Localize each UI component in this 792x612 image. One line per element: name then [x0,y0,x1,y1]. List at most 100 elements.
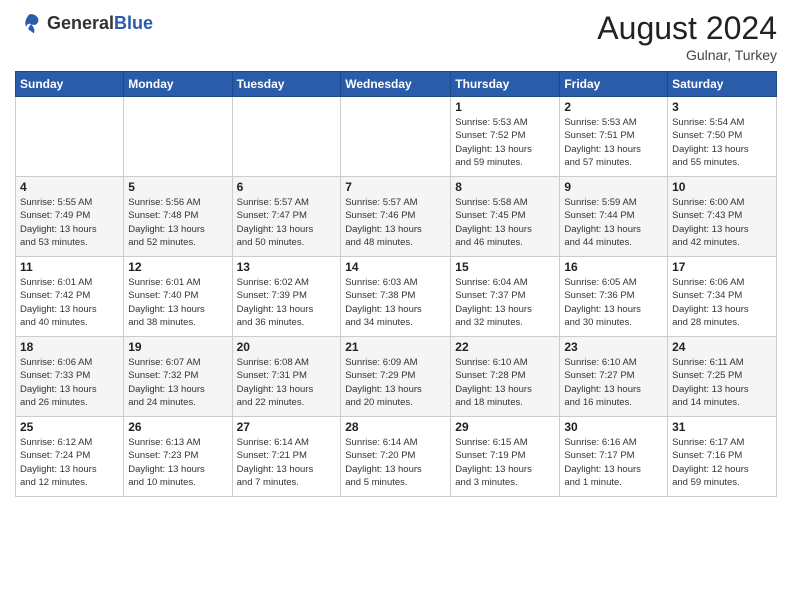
day-info: Sunrise: 6:11 AMSunset: 7:25 PMDaylight:… [672,356,772,409]
month-year-title: August 2024 [597,10,777,47]
calendar-cell: 25 Sunrise: 6:12 AMSunset: 7:24 PMDayligh… [16,417,124,497]
day-number: 30 [564,420,663,434]
calendar-week-3: 11 Sunrise: 6:01 AMSunset: 7:42 PMDayligh… [16,257,777,337]
day-info: Sunrise: 6:16 AMSunset: 7:17 PMDaylight:… [564,436,663,489]
day-info: Sunrise: 6:08 AMSunset: 7:31 PMDaylight:… [237,356,337,409]
calendar-cell [16,97,124,177]
day-info: Sunrise: 6:06 AMSunset: 7:33 PMDaylight:… [20,356,119,409]
day-number: 3 [672,100,772,114]
calendar-cell: 5Sunrise: 5:56 AMSunset: 7:48 PMDaylight… [124,177,232,257]
day-info: Sunrise: 6:10 AMSunset: 7:27 PMDaylight:… [564,356,663,409]
day-number: 9 [564,180,663,194]
day-info: Sunrise: 6:01 AMSunset: 7:42 PMDaylight:… [20,276,119,329]
day-number: 19 [128,340,227,354]
day-number: 14 [345,260,446,274]
day-info: Sunrise: 6:05 AMSunset: 7:36 PMDaylight:… [564,276,663,329]
calendar-week-5: 25 Sunrise: 6:12 AMSunset: 7:24 PMDayligh… [16,417,777,497]
day-info: Sunrise: 6:13 AMSunset: 7:23 PMDaylight:… [128,436,227,489]
day-info: Sunrise: 5:57 AMSunset: 7:46 PMDaylight:… [345,196,446,249]
weekday-header-monday: Monday [124,72,232,97]
day-number: 15 [455,260,555,274]
day-number: 29 [455,420,555,434]
day-info: Sunrise: 6:15 AMSunset: 7:19 PMDaylight:… [455,436,555,489]
calendar-week-4: 18 Sunrise: 6:06 AMSunset: 7:33 PMDayligh… [16,337,777,417]
calendar-table: SundayMondayTuesdayWednesdayThursdayFrid… [15,71,777,497]
day-number: 11 [20,260,119,274]
day-number: 18 [20,340,119,354]
weekday-header-wednesday: Wednesday [341,72,451,97]
calendar-cell: 26 Sunrise: 6:13 AMSunset: 7:23 PMDayligh… [124,417,232,497]
location-subtitle: Gulnar, Turkey [597,47,777,63]
day-number: 28 [345,420,446,434]
day-info: Sunrise: 5:53 AMSunset: 7:51 PMDaylight:… [564,116,663,169]
calendar-cell: 15 Sunrise: 6:04 AMSunset: 7:37 PMDayligh… [451,257,560,337]
day-info: Sunrise: 5:58 AMSunset: 7:45 PMDaylight:… [455,196,555,249]
day-number: 13 [237,260,337,274]
calendar-cell: 20 Sunrise: 6:08 AMSunset: 7:31 PMDayligh… [232,337,341,417]
calendar-cell: 2 Sunrise: 5:53 AMSunset: 7:51 PMDaylight… [560,97,668,177]
day-info: Sunrise: 6:14 AMSunset: 7:21 PMDaylight:… [237,436,337,489]
logo: GeneralBlue [15,10,153,38]
day-number: 26 [128,420,227,434]
calendar-cell: 6 Sunrise: 5:57 AMSunset: 7:47 PMDaylight… [232,177,341,257]
day-number: 25 [20,420,119,434]
day-number: 2 [564,100,663,114]
day-number: 7 [345,180,446,194]
day-number: 17 [672,260,772,274]
day-number: 1 [455,100,555,114]
day-number: 24 [672,340,772,354]
calendar-cell: 4Sunrise: 5:55 AMSunset: 7:49 PMDaylight… [16,177,124,257]
day-info: Sunrise: 5:57 AMSunset: 7:47 PMDaylight:… [237,196,337,249]
calendar-cell: 14 Sunrise: 6:03 AMSunset: 7:38 PMDayligh… [341,257,451,337]
calendar-cell: 7 Sunrise: 5:57 AMSunset: 7:46 PMDaylight… [341,177,451,257]
day-number: 21 [345,340,446,354]
calendar-cell: 21 Sunrise: 6:09 AMSunset: 7:29 PMDayligh… [341,337,451,417]
calendar-cell [124,97,232,177]
calendar-cell: 9Sunrise: 5:59 AMSunset: 7:44 PMDaylight… [560,177,668,257]
calendar-cell: 10 Sunrise: 6:00 AMSunset: 7:43 PMDayligh… [668,177,777,257]
day-info: Sunrise: 6:06 AMSunset: 7:34 PMDaylight:… [672,276,772,329]
calendar-cell: 31Sunrise: 6:17 AMSunset: 7:16 PMDayligh… [668,417,777,497]
weekday-header-sunday: Sunday [16,72,124,97]
calendar-cell: 27Sunrise: 6:14 AMSunset: 7:21 PMDayligh… [232,417,341,497]
day-number: 6 [237,180,337,194]
day-info: Sunrise: 5:54 AMSunset: 7:50 PMDaylight:… [672,116,772,169]
calendar-cell: 29 Sunrise: 6:15 AMSunset: 7:19 PMDayligh… [451,417,560,497]
day-info: Sunrise: 6:09 AMSunset: 7:29 PMDaylight:… [345,356,446,409]
day-info: Sunrise: 6:12 AMSunset: 7:24 PMDaylight:… [20,436,119,489]
calendar-week-1: 1 Sunrise: 5:53 AMSunset: 7:52 PMDaylight… [16,97,777,177]
calendar-cell: 22Sunrise: 6:10 AMSunset: 7:28 PMDayligh… [451,337,560,417]
calendar-cell: 24 Sunrise: 6:11 AMSunset: 7:25 PMDayligh… [668,337,777,417]
calendar-cell: 1 Sunrise: 5:53 AMSunset: 7:52 PMDaylight… [451,97,560,177]
day-number: 8 [455,180,555,194]
weekday-header-thursday: Thursday [451,72,560,97]
day-info: Sunrise: 6:04 AMSunset: 7:37 PMDaylight:… [455,276,555,329]
day-info: Sunrise: 6:14 AMSunset: 7:20 PMDaylight:… [345,436,446,489]
day-info: Sunrise: 5:53 AMSunset: 7:52 PMDaylight:… [455,116,555,169]
calendar-cell: 11 Sunrise: 6:01 AMSunset: 7:42 PMDayligh… [16,257,124,337]
calendar-cell: 19 Sunrise: 6:07 AMSunset: 7:32 PMDayligh… [124,337,232,417]
calendar-week-2: 4Sunrise: 5:55 AMSunset: 7:49 PMDaylight… [16,177,777,257]
calendar-cell: 8 Sunrise: 5:58 AMSunset: 7:45 PMDaylight… [451,177,560,257]
calendar-cell: 13 Sunrise: 6:02 AMSunset: 7:39 PMDayligh… [232,257,341,337]
day-number: 23 [564,340,663,354]
logo-bird-icon [15,10,43,38]
day-number: 12 [128,260,227,274]
day-number: 20 [237,340,337,354]
day-info: Sunrise: 6:00 AMSunset: 7:43 PMDaylight:… [672,196,772,249]
day-info: Sunrise: 6:02 AMSunset: 7:39 PMDaylight:… [237,276,337,329]
day-info: Sunrise: 6:03 AMSunset: 7:38 PMDaylight:… [345,276,446,329]
calendar-cell [341,97,451,177]
logo-text: GeneralBlue [47,14,153,34]
day-number: 16 [564,260,663,274]
title-section: August 2024 Gulnar, Turkey [597,10,777,63]
calendar-cell: 12Sunrise: 6:01 AMSunset: 7:40 PMDayligh… [124,257,232,337]
page-header: GeneralBlue August 2024 Gulnar, Turkey [15,10,777,63]
calendar-cell: 30 Sunrise: 6:16 AMSunset: 7:17 PMDayligh… [560,417,668,497]
day-number: 4 [20,180,119,194]
day-info: Sunrise: 5:56 AMSunset: 7:48 PMDaylight:… [128,196,227,249]
day-number: 10 [672,180,772,194]
weekday-header-tuesday: Tuesday [232,72,341,97]
day-number: 31 [672,420,772,434]
day-info: Sunrise: 6:07 AMSunset: 7:32 PMDaylight:… [128,356,227,409]
